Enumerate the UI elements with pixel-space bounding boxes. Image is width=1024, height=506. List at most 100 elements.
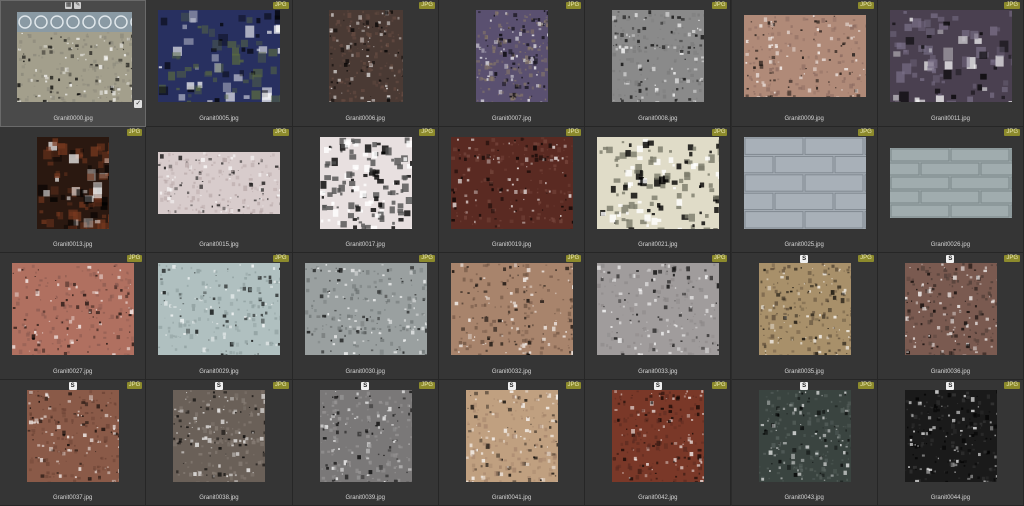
- s-badge: S: [361, 381, 370, 390]
- texture-thumbnail[interactable]: [173, 389, 268, 486]
- thumbnail-filename: Granit0043.jpg: [784, 495, 824, 501]
- jpg-badge: JPG: [565, 128, 582, 136]
- thumbnail-item[interactable]: JPG Granit0005.jpg: [146, 0, 293, 127]
- texture-thumbnail[interactable]: [597, 263, 721, 358]
- texture-thumbnail[interactable]: [158, 151, 284, 216]
- edit-icon[interactable]: ✎: [74, 2, 82, 9]
- s-badge: S: [507, 381, 516, 390]
- texture-thumbnail[interactable]: [37, 136, 117, 233]
- texture-thumbnail[interactable]: [612, 10, 708, 106]
- selection-toolbar: ▦ ✎: [65, 2, 82, 9]
- thumbnail-item[interactable]: JPG S Granit0036.jpg: [877, 253, 1024, 380]
- jpg-badge: JPG: [126, 128, 143, 136]
- thumbnail-filename: Granit0011.jpg: [930, 115, 970, 122]
- thumbnail-item[interactable]: JPG S Granit0037.jpg: [0, 379, 147, 506]
- texture-thumbnail[interactable]: [889, 10, 1021, 109]
- jpg-badge: JPG: [711, 2, 728, 9]
- thumbnail-item[interactable]: JPG Granit0021.jpg: [585, 126, 732, 253]
- texture-thumbnail[interactable]: [27, 389, 123, 486]
- texture-thumbnail[interactable]: [304, 263, 430, 359]
- thumbnail-item[interactable]: JPG S Granit0042.jpg: [585, 379, 732, 506]
- jpg-badge: JPG: [858, 255, 874, 262]
- thumbnail-filename: Granit0021.jpg: [638, 242, 678, 248]
- texture-thumbnail[interactable]: [158, 10, 286, 107]
- jpg-badge: JPG: [858, 128, 874, 136]
- texture-thumbnail[interactable]: [476, 10, 551, 105]
- thumbnail-item[interactable]: JPG S Granit0041.jpg: [438, 379, 586, 506]
- thumbnail-item[interactable]: JPG Granit0009.jpg: [731, 0, 878, 127]
- thumbnail-item[interactable]: JPG S Granit0044.jpg: [877, 379, 1024, 506]
- check-icon[interactable]: ✓: [134, 99, 143, 108]
- thumbnail-item[interactable]: JPG Granit0013.jpg: [0, 126, 147, 253]
- thumbnail-filename: Granit0019.jpg: [491, 242, 532, 248]
- jpg-badge: JPG: [126, 381, 143, 389]
- texture-thumbnail[interactable]: [12, 263, 136, 359]
- jpg-badge: JPG: [272, 128, 289, 136]
- thumbnail-filename: Granit0042.jpg: [638, 495, 678, 501]
- texture-thumbnail[interactable]: [319, 136, 416, 233]
- thumbnail-item[interactable]: JPG Granit0019.jpg: [438, 126, 586, 253]
- jpg-badge: JPG: [272, 255, 289, 262]
- thumbnail-item[interactable]: JPG S Granit0039.jpg: [292, 379, 439, 506]
- thumbnail-item[interactable]: JPG Granit0017.jpg: [292, 126, 439, 253]
- thumbnail-item[interactable]: JPG Granit0025.jpg: [714, 126, 924, 253]
- thumbnail-item[interactable]: JPG Granit0026.jpg: [860, 126, 1024, 253]
- texture-thumbnail[interactable]: [597, 136, 726, 233]
- texture-thumbnail[interactable]: [714, 136, 924, 229]
- jpg-badge: JPG: [272, 2, 289, 9]
- texture-thumbnail[interactable]: [451, 136, 575, 233]
- texture-thumbnail[interactable]: [612, 389, 708, 485]
- texture-thumbnail[interactable]: [328, 10, 407, 106]
- thumbnail-filename: Granit0006.jpg: [345, 115, 385, 122]
- s-badge: S: [946, 381, 955, 390]
- s-badge: S: [653, 381, 662, 390]
- thumbnail-item[interactable]: ▦ ✎ ✓ Granit0000.jpg: [0, 0, 147, 127]
- texture-thumbnail[interactable]: [743, 15, 868, 101]
- texture-thumbnail[interactable]: [758, 389, 854, 484]
- thumbnail-filename: Granit0030.jpg: [345, 368, 385, 375]
- thumbnail-item[interactable]: JPG Granit0006.jpg: [292, 0, 439, 127]
- texture-thumbnail[interactable]: [451, 263, 576, 359]
- thumbnail-item[interactable]: JPG Granit0029.jpg: [146, 253, 293, 380]
- thumbnail-filename: Granit0007.jpg: [491, 115, 532, 122]
- jpg-badge: JPG: [419, 255, 435, 262]
- s-badge: S: [800, 381, 809, 390]
- thumbnail-item[interactable]: JPG Granit0008.jpg: [585, 0, 732, 127]
- thumbnail-filename: Granit0026.jpg: [930, 242, 971, 248]
- texture-thumbnail[interactable]: [16, 12, 144, 106]
- jpg-badge: JPG: [858, 2, 874, 9]
- jpg-badge: JPG: [711, 381, 728, 389]
- jpg-badge: JPG: [1004, 255, 1021, 262]
- thumbnail-item[interactable]: JPG S Granit0043.jpg: [731, 379, 878, 506]
- jpg-badge: JPG: [272, 381, 289, 389]
- texture-thumbnail[interactable]: [758, 263, 855, 358]
- thumbnail-item[interactable]: JPG Granit0007.jpg: [438, 0, 586, 127]
- thumbnail-item[interactable]: JPG Granit0011.jpg: [877, 0, 1024, 127]
- texture-thumbnail[interactable]: [158, 263, 283, 359]
- thumbnail-filename: Granit0044.jpg: [930, 495, 971, 501]
- thumbnail-item[interactable]: JPG S Granit0038.jpg: [146, 379, 293, 506]
- thumbnail-item[interactable]: JPG S Granit0035.jpg: [731, 253, 878, 380]
- grid-icon[interactable]: ▦: [65, 2, 73, 9]
- thumbnail-filename: Granit0008.jpg: [638, 115, 678, 122]
- texture-thumbnail[interactable]: [904, 389, 1000, 487]
- thumbnail-filename: Granit0038.jpg: [199, 495, 239, 501]
- texture-thumbnail[interactable]: [466, 389, 561, 486]
- thumbnail-item[interactable]: JPG Granit0027.jpg: [0, 253, 147, 380]
- jpg-badge: JPG: [711, 255, 728, 262]
- thumbnail-item[interactable]: JPG Granit0030.jpg: [292, 253, 439, 380]
- jpg-badge: JPG: [565, 2, 582, 9]
- s-badge: S: [946, 255, 955, 263]
- jpg-badge: JPG: [1004, 381, 1021, 389]
- texture-thumbnail[interactable]: [904, 263, 1001, 360]
- texture-thumbnail[interactable]: [860, 147, 1024, 218]
- texture-thumbnail[interactable]: [319, 389, 416, 485]
- thumbnail-item[interactable]: JPG Granit0015.jpg: [146, 126, 293, 253]
- jpg-badge: JPG: [126, 255, 143, 262]
- jpg-badge: JPG: [419, 381, 435, 389]
- thumbnail-filename: Granit0000.jpg: [53, 115, 93, 122]
- thumbnail-filename: Granit0037.jpg: [52, 495, 93, 501]
- thumbnail-item[interactable]: JPG Granit0033.jpg: [585, 253, 732, 380]
- thumbnail-grid: ▦ ✎ ✓ Granit0000.jpg JPG Granit0005.jpg JPG Gra…: [0, 0, 1024, 506]
- thumbnail-item[interactable]: JPG Granit0032.jpg: [438, 253, 586, 380]
